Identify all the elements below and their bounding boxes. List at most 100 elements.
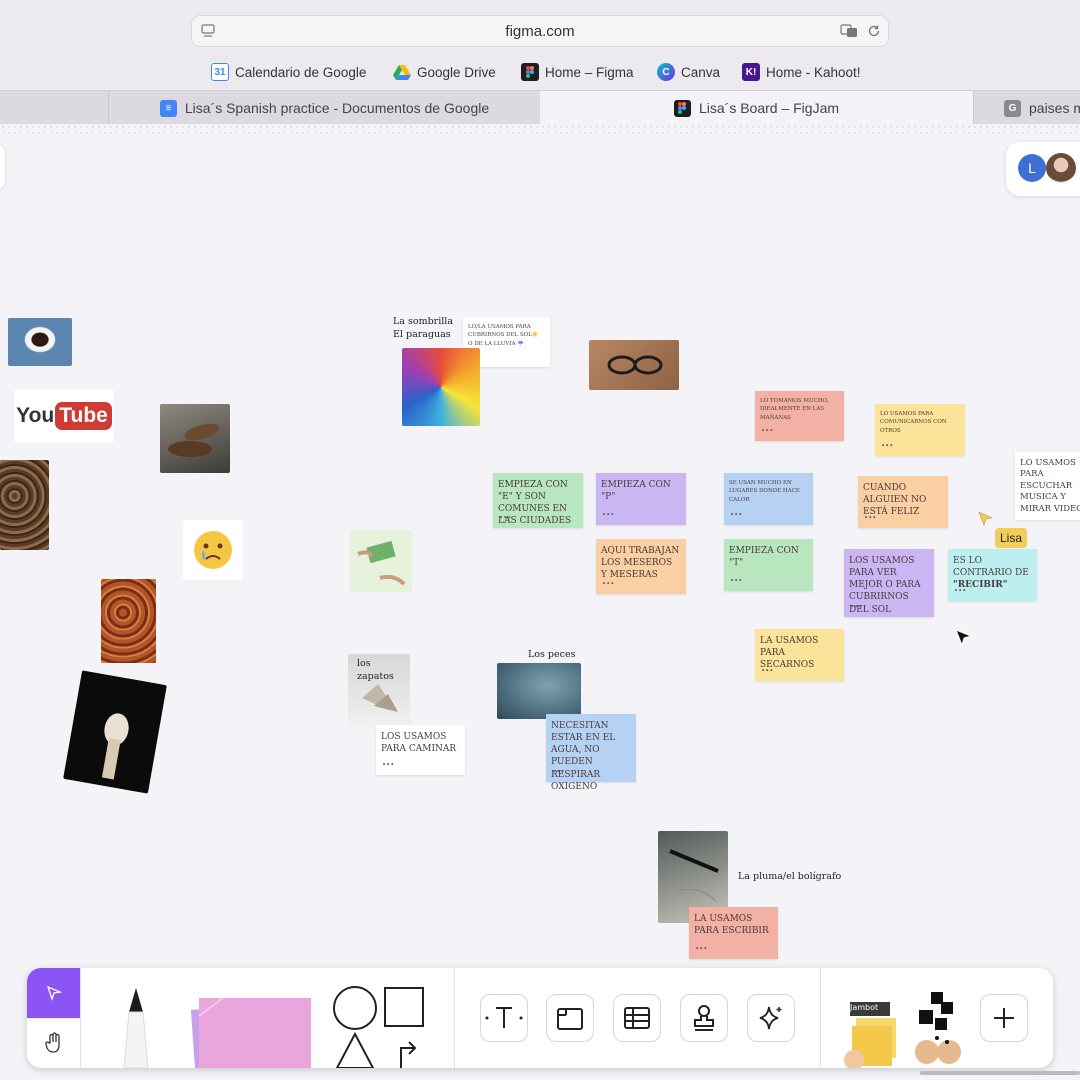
collaborators-panel[interactable]: L (1006, 142, 1080, 196)
sticky-waiters[interactable]: AQUI TRABAJAN LOS MESEROS Y MESERAS ••• (596, 539, 686, 594)
table-icon (624, 1007, 650, 1029)
sticky-see-better[interactable]: LOS USAMOS PARA VER MEJOR O PARA CUBRIRN… (844, 549, 934, 617)
sticky-author: ••• (602, 579, 615, 588)
google-calendar-icon: 31 (211, 63, 229, 81)
coffee-cup-image[interactable] (8, 318, 72, 366)
bookmark-kahoot[interactable]: K! Home - Kahoot! (742, 62, 861, 82)
figjam-canvas[interactable]: L You Tube La sombrilla El paraguas LO/L… (0, 124, 1080, 1080)
sticky-text: LO USAMOS PARA ESCUCHAR MUSICA Y MIRAR V… (1020, 458, 1080, 514)
pen-label[interactable]: La pluma/el bolígrafo (738, 870, 841, 883)
google-drive-icon (393, 63, 411, 81)
sticky-opposite[interactable]: ES LO CONTRARIO DE "RECIBIR" ••• (948, 549, 1037, 601)
kahoot-icon: K! (742, 63, 760, 81)
hand-shell-image[interactable] (63, 670, 167, 794)
sticky-water[interactable]: NECESITAN ESTAR EN EL AGUA, NO PUEDEN RE… (546, 714, 636, 792)
youtube-logo-image[interactable]: You Tube (14, 390, 114, 442)
tab-label: Lisa´s Spanish practice - Documentos de … (184, 100, 490, 116)
left-panel-edge[interactable] (0, 144, 6, 190)
hand-tool-button[interactable] (27, 1018, 80, 1066)
bookmark-google-calendar[interactable]: 31 Calendario de Google (211, 62, 366, 82)
spices-image[interactable] (101, 579, 156, 663)
bookmark-figma[interactable]: Home – Figma (521, 62, 634, 82)
more-tools-button[interactable] (980, 994, 1028, 1042)
sticky-author: ••• (602, 510, 615, 519)
tab-label: Lisa´s Board – FigJam (698, 100, 840, 116)
shapes-tool[interactable] (329, 984, 429, 1068)
fish-label[interactable]: Los peces (528, 648, 575, 661)
sticky-morning[interactable]: LO TOMAMOS MUCHO, IDEALMENTE EN LAS MAÑA… (755, 391, 844, 441)
widgets-icon (915, 992, 961, 1064)
widgets-button[interactable] (907, 988, 967, 1068)
section-icon (557, 1008, 583, 1030)
bookmark-google-drive[interactable]: Google Drive (393, 62, 496, 82)
cursor-lisa-icon (978, 511, 994, 532)
select-tool-button[interactable] (27, 968, 80, 1018)
text-tool-button[interactable] (480, 994, 528, 1042)
ai-actions-button[interactable] (747, 994, 795, 1042)
plus-icon (994, 1008, 1014, 1028)
tab-spanish-practice[interactable]: ≡ Lisa´s Spanish practice - Documentos d… (108, 91, 540, 125)
google-icon: G (1004, 99, 1021, 117)
sandals-image[interactable] (160, 404, 230, 473)
sticky-starts-p[interactable]: EMPIEZA CON "P" ••• (596, 473, 686, 525)
sticky-author: ••• (552, 767, 565, 776)
sticky-starts-t[interactable]: EMPIEZA CON "T" ••• (724, 539, 813, 591)
sticky-text: LOS USAMOS PARA CAMINAR (381, 732, 457, 755)
coffee-beans-image[interactable] (0, 460, 49, 550)
sticky-write[interactable]: LA USAMOS PARA ESCRIBIR ••• (689, 907, 778, 959)
sticky-not-happy[interactable]: CUANDO ALGUIEN NO ESTÁ FELIZ ••• (858, 476, 948, 528)
sticky-author: ••• (864, 513, 877, 522)
table-tool-button[interactable] (613, 994, 661, 1042)
translate-icon[interactable] (840, 24, 857, 40)
money-hand-image[interactable] (350, 530, 412, 592)
sticky-text: LA USAMOS PARA SECARNOS (760, 636, 819, 671)
jambot-widget[interactable]: Jambot (842, 994, 902, 1068)
address-bar[interactable]: figma.com (191, 15, 889, 47)
sticky-text: ES LO CONTRARIO DE (953, 556, 1029, 579)
section-tool-button[interactable] (546, 994, 594, 1042)
figma-icon (673, 99, 691, 117)
sticky-starts-e[interactable]: EMPIEZA CON "E" Y SON COMUNES EN LAS CIU… (493, 473, 583, 528)
glasses-image[interactable] (589, 340, 679, 390)
pencil-icon (123, 988, 149, 1068)
sticky-communicate[interactable]: LO USAMOS PARA COMUNICARNOS CON OTROS ••• (875, 404, 965, 456)
sticky-author: ••• (730, 576, 743, 585)
umbrellas-image[interactable] (402, 348, 480, 426)
sticky-dry[interactable]: LA USAMOS PARA SECARNOS ••• (755, 629, 844, 681)
sparkle-icon (759, 1006, 782, 1030)
sad-emoji-image[interactable] (183, 520, 243, 580)
youtube-tube-text: Tube (55, 402, 112, 430)
sticky-author: ••• (881, 441, 894, 450)
toolbar-divider (80, 968, 81, 1068)
sticky-text: LA USAMOS PARA ESCRIBIR (694, 914, 769, 937)
fish-image[interactable] (497, 663, 581, 719)
sticky-music[interactable]: LO USAMOS PARA ESCUCHAR MUSICA Y MIRAR V… (1015, 452, 1080, 520)
figma-icon (521, 63, 539, 81)
tab-paises[interactable]: G paises m (973, 91, 1080, 125)
sticky-text: SE USAN MUCHO EN LUGARES DONDE HACE CALO… (729, 480, 800, 503)
sticky-walk[interactable]: LOS USAMOS PARA CAMINAR ••• (376, 725, 465, 775)
sticky-hot-places[interactable]: SE USAN MUCHO EN LUGARES DONDE HACE CALO… (724, 473, 813, 525)
avatar-photo[interactable] (1046, 153, 1076, 183)
stamp-tool-button[interactable] (680, 994, 728, 1042)
sticky-text: CUANDO ALGUIEN NO ESTÁ FELIZ (863, 483, 927, 518)
sticky-author: ••• (499, 513, 512, 522)
toolbar-divider (820, 968, 821, 1068)
sticky-note-tool[interactable] (187, 988, 315, 1068)
bookmark-canva[interactable]: C Canva (657, 62, 720, 82)
tab-lisas-board[interactable]: Lisa´s Board – FigJam (540, 91, 973, 125)
horizontal-scrollbar[interactable] (920, 1071, 1080, 1075)
sticky-author: ••• (730, 510, 743, 519)
select-cursor-icon (46, 985, 62, 1001)
avatar[interactable]: L (1018, 154, 1046, 182)
cursor-lisa-label: Lisa (995, 528, 1028, 548)
marker-tool[interactable] (111, 986, 161, 1068)
reload-icon[interactable] (866, 24, 882, 40)
sticky-text: EMPIEZA CON "T" (729, 546, 799, 569)
umbrella-label[interactable]: La sombrilla El paraguas (393, 315, 453, 342)
sticky-author: ••• (761, 426, 774, 435)
shoes-image[interactable]: los zapatos (348, 654, 410, 729)
sticky-text: LO TOMAMOS MUCHO, IDEALMENTE EN LAS MAÑA… (760, 398, 829, 421)
text-icon (485, 1007, 523, 1028)
sticky-text: AQUI TRABAJAN LOS MESEROS Y MESERAS (601, 546, 680, 581)
